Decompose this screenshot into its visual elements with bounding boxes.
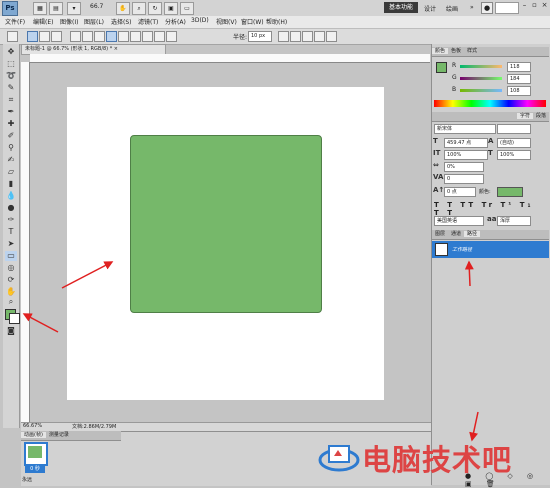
arrow-to-canvas [61, 261, 114, 289]
watermark-text: 电脑技术吧 [362, 443, 513, 477]
arrow-to-foreground-color [22, 313, 59, 333]
arrow-to-path-row [464, 260, 474, 287]
annotation-arrows [22, 260, 479, 442]
arrow-to-fill-path-button [469, 411, 479, 442]
watermark-logo-icon [318, 445, 360, 472]
